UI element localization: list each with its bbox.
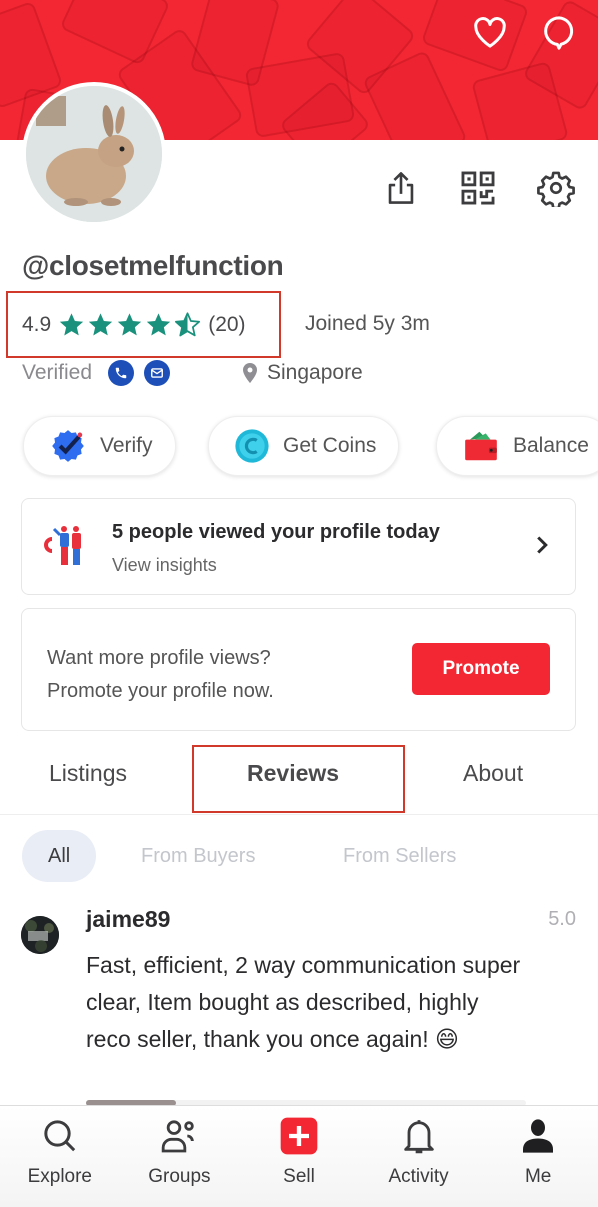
chat-button[interactable] [537, 10, 581, 54]
filter-from-sellers[interactable]: From Sellers [343, 830, 456, 882]
nav-groups[interactable]: Groups [120, 1106, 240, 1207]
promote-profile-card: Want more profile views? Promote your pr… [21, 608, 576, 731]
verification-status: Verified [22, 360, 171, 386]
gear-icon [537, 171, 575, 207]
promote-line-2: Promote your profile now. [47, 680, 274, 702]
promote-line-1: Want more profile views? [47, 647, 271, 669]
rating-stars [57, 311, 202, 339]
settings-button[interactable] [536, 168, 576, 208]
heart-icon [474, 17, 506, 48]
reviewer-username[interactable]: jaime89 [86, 906, 170, 933]
qr-code-icon [461, 171, 495, 205]
verify-button[interactable]: Verify [23, 416, 176, 476]
joined-duration: Joined 5y 3m [305, 312, 430, 335]
balance-label: Balance [513, 434, 589, 457]
rating-value: 4.9 [22, 313, 52, 336]
nav-me[interactable]: Me [478, 1106, 598, 1207]
reviewer-avatar[interactable] [21, 916, 59, 954]
nav-activity[interactable]: Activity [359, 1106, 479, 1207]
verified-badge-icon [52, 430, 84, 462]
insights-title: 5 people viewed your profile today [112, 521, 440, 543]
tab-listings[interactable]: Listings [49, 760, 127, 787]
review-count: (20) [208, 313, 246, 336]
review-score: 5.0 [548, 908, 576, 930]
nav-explore-label: Explore [27, 1166, 92, 1187]
review-text: Fast, efficient, 2 way communication sup… [86, 952, 521, 1052]
profile-avatar[interactable] [22, 82, 166, 226]
plus-icon [280, 1117, 318, 1155]
rabbit-photo [26, 86, 162, 222]
profile-location: Singapore [238, 360, 363, 386]
promote-button[interactable]: Promote [412, 643, 550, 695]
profile-insights-card[interactable]: 5 people viewed your profile today View … [21, 498, 576, 595]
chevron-right-icon [537, 536, 548, 554]
balance-button[interactable]: Balance [436, 416, 598, 476]
get-coins-button[interactable]: Get Coins [208, 416, 400, 476]
star-full-icon [60, 313, 84, 336]
profile-username: @closetmelfunction [22, 250, 284, 281]
qr-code-button[interactable] [458, 168, 498, 208]
person-icon [523, 1119, 554, 1153]
favorites-button[interactable] [468, 10, 512, 54]
phone-verified-icon [108, 360, 135, 386]
location-text: Singapore [267, 361, 363, 384]
filter-all[interactable]: All [22, 830, 97, 882]
coin-icon [235, 429, 269, 463]
nav-sell-label: Sell [283, 1166, 315, 1187]
search-icon [44, 1120, 76, 1152]
tab-divider [0, 814, 598, 815]
share-icon [388, 172, 414, 204]
filter-from-buyers[interactable]: From Buyers [141, 830, 255, 882]
star-full-icon [89, 313, 113, 336]
view-insights-link[interactable]: View insights [112, 555, 217, 576]
nav-explore[interactable]: Explore [0, 1106, 120, 1207]
profile-views-illustration [44, 526, 81, 565]
verified-label: Verified [22, 361, 93, 384]
nav-me-label: Me [524, 1166, 552, 1187]
groups-icon [162, 1120, 195, 1153]
verify-label: Verify [100, 434, 153, 457]
nav-activity-label: Activity [388, 1166, 449, 1187]
share-button[interactable] [381, 168, 421, 208]
star-full-icon [147, 313, 171, 336]
profile-rating[interactable]: 4.9 (20) [22, 311, 246, 339]
wallet-icon [465, 431, 497, 461]
bottom-navigation: Explore Groups Sell Activity Me [0, 1105, 598, 1207]
email-verified-icon [144, 360, 171, 386]
get-coins-label: Get Coins [283, 434, 377, 457]
star-full-icon [118, 313, 142, 336]
nav-sell[interactable]: Sell [239, 1106, 359, 1207]
bell-icon [403, 1120, 434, 1154]
chat-icon [544, 16, 574, 50]
reviews-tab-highlight-box [192, 745, 405, 813]
star-half-icon [175, 312, 201, 337]
tab-about[interactable]: About [463, 760, 523, 787]
promote-description: Want more profile views? Promote your pr… [47, 642, 274, 708]
location-pin-icon [243, 363, 257, 383]
nav-groups-label: Groups [148, 1166, 211, 1187]
